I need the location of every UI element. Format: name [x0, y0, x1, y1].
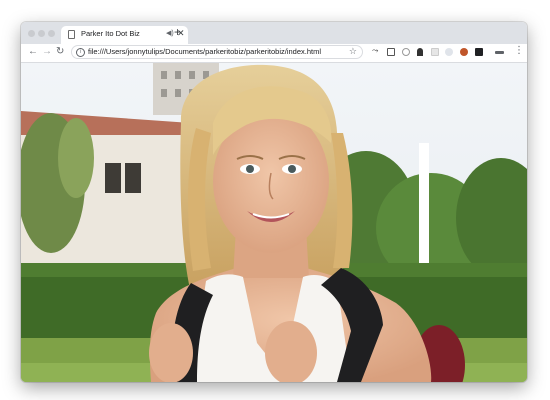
globe-icon[interactable]: [445, 48, 453, 56]
document-icon: [68, 30, 75, 39]
kebab-menu-icon[interactable]: ⋮: [514, 45, 524, 56]
tab-strip: Parker Ito Dot Biz ◀) ✕ +: [21, 22, 527, 44]
star-icon[interactable]: ☆: [349, 46, 357, 57]
address-url[interactable]: file:///Users/jonnytulips/Documents/park…: [88, 47, 321, 56]
active-tab[interactable]: Parker Ito Dot Biz ◀) ✕: [61, 26, 188, 44]
woman-with-backpack-photo: [21, 63, 527, 382]
page-content: [21, 63, 527, 382]
square-icon[interactable]: [431, 48, 439, 56]
new-tab-plus-icon[interactable]: +: [174, 25, 181, 39]
speaker-icon[interactable]: ◀): [166, 29, 174, 37]
reload-icon[interactable]: ↻: [56, 46, 64, 57]
back-arrow-icon[interactable]: ←: [28, 46, 38, 57]
window-icon[interactable]: [475, 48, 483, 56]
fox-icon[interactable]: [460, 48, 468, 56]
dropper-icon[interactable]: [417, 48, 423, 56]
info-icon[interactable]: i: [76, 48, 85, 57]
link-icon[interactable]: ⤳: [372, 46, 380, 55]
address-bar[interactable]: i file:///Users/jonnytulips/Documents/pa…: [71, 45, 363, 59]
circle-icon[interactable]: [402, 48, 410, 56]
tab-title: Parker Ito Dot Biz: [81, 29, 140, 38]
browser-toolbar: ← → ↻ i file:///Users/jonnytulips/Docume…: [21, 44, 527, 63]
window-close-dot[interactable]: [28, 30, 35, 37]
forward-arrow-icon[interactable]: →: [42, 46, 52, 57]
window-zoom-dot[interactable]: [48, 30, 55, 37]
window-minimize-dot[interactable]: [38, 30, 45, 37]
paint-icon[interactable]: [387, 48, 395, 56]
keyboard-icon[interactable]: [495, 51, 504, 54]
browser-window: Parker Ito Dot Biz ◀) ✕ + ← → ↻ i file:/…: [21, 22, 527, 382]
